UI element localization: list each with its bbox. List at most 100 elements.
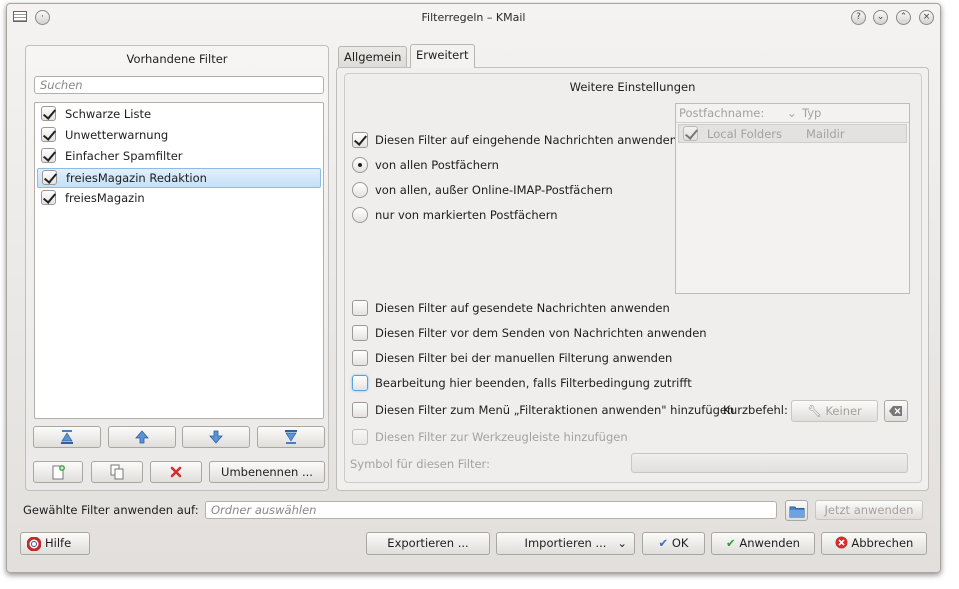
cancel-icon [835, 536, 848, 549]
mailbox-row[interactable]: Local Folders Maildir [678, 124, 907, 143]
wrench-icon: 🔧︎ [807, 404, 822, 418]
manual-filtering-label: Diesen Filter bei der manuellen Filterun… [375, 351, 673, 365]
clear-shortcut-button[interactable] [884, 400, 908, 422]
filter-search-input[interactable]: Suchen [34, 76, 324, 94]
delete-filter-button[interactable] [150, 461, 202, 483]
advanced-heading: Weitere Einstellungen [569, 80, 696, 94]
tab-advanced-label: Erweitert [416, 48, 469, 62]
tab-general[interactable]: Allgemein [338, 46, 408, 67]
local-folders-checkbox[interactable] [683, 126, 698, 141]
symbol-label: Symbol für diesen Filter: [350, 457, 490, 471]
rename-filter-button[interactable]: Umbenennen ... [209, 461, 325, 483]
filter-enabled-checkbox[interactable] [41, 106, 56, 121]
add-to-menu-label: Diesen Filter zum Menü „Filteraktionen a… [375, 403, 735, 417]
filter-list-item[interactable]: Einfacher Spamfilter [37, 147, 321, 167]
move-down-button[interactable] [182, 426, 250, 448]
folder-icon [789, 506, 804, 518]
filter-list-panel: Vorhandene Filter Suchen Schwarze Liste U… [25, 45, 329, 491]
minimize-icon[interactable]: ⌄ [873, 10, 888, 25]
before-send-checkbox[interactable] [352, 325, 368, 341]
tab-general-label: Allgemein [344, 50, 402, 64]
before-send-label: Diesen Filter vor dem Senden von Nachric… [375, 326, 707, 340]
advanced-tab-panel: Weitere Einstellungen Diesen Filter auf … [336, 67, 929, 491]
move-top-icon [61, 430, 73, 444]
ok-button[interactable]: ✔ OK [642, 532, 705, 555]
import-label: Importieren ... [524, 536, 607, 550]
stop-processing-checkbox[interactable] [352, 375, 368, 391]
export-label: Exportieren ... [387, 536, 469, 550]
browse-folder-button[interactable] [785, 500, 808, 521]
help-icon[interactable]: ? [851, 10, 866, 25]
filter-enabled-checkbox[interactable] [41, 190, 56, 205]
marked-mailboxes-label: nur von markierten Postfächern [375, 208, 558, 222]
folder-input[interactable]: Ordner auswählen [205, 501, 777, 519]
column-postfachname-label: Postfachname: [679, 106, 765, 120]
local-folders-type: Maildir [806, 127, 845, 141]
help-lifebuoy-icon [27, 537, 41, 551]
apply-now-button[interactable]: Jetzt anwenden [815, 500, 923, 520]
move-bottom-button[interactable] [257, 426, 325, 448]
move-bottom-icon [285, 430, 297, 444]
help-button[interactable]: Hilfe [20, 532, 90, 555]
new-document-icon [52, 465, 65, 480]
filter-list-item[interactable]: Unwetterwarnung [37, 126, 321, 146]
new-filter-button[interactable] [33, 461, 83, 483]
copy-icon [110, 464, 124, 480]
filter-list: Schwarze Liste Unwetterwarnung Einfacher S… [34, 102, 324, 419]
incoming-checkbox[interactable] [352, 132, 368, 148]
all-except-imap-radio[interactable] [352, 182, 368, 198]
table-header-divider [676, 122, 909, 123]
toolbar-label: Diesen Filter zur Werkzeugleiste hinzufü… [375, 430, 628, 444]
ok-check-icon: ✔ [658, 536, 669, 550]
rename-label: Umbenennen ... [221, 465, 313, 479]
symbol-button[interactable] [631, 453, 908, 473]
apply-button[interactable]: ✔ Anwenden [711, 532, 815, 555]
column-typ[interactable]: Typ [802, 104, 907, 122]
filter-name: Unwetterwarnung [65, 128, 169, 142]
chevron-down-icon: ⌄ [787, 106, 797, 120]
filter-name: Schwarze Liste [65, 107, 152, 121]
column-typ-label: Typ [802, 106, 822, 120]
column-postfachname[interactable]: Postfachname: ⌄ [679, 104, 799, 122]
chevron-down-icon: ⌄ [617, 536, 627, 550]
move-up-button[interactable] [108, 426, 176, 448]
shortcut-value: Keiner [825, 404, 862, 418]
arrow-down-icon [209, 430, 223, 444]
filter-list-item[interactable]: Schwarze Liste [37, 105, 321, 125]
arrow-up-icon [135, 430, 149, 444]
filter-enabled-checkbox[interactable] [42, 170, 57, 185]
window-title: Filterregeln – KMail [421, 11, 526, 24]
all-except-imap-label: von allen, außer Online-IMAP-Postfächern [375, 183, 613, 197]
filter-dialog-window: · Filterregeln – KMail ? ⌄ ⌃ × Vorhanden… [6, 3, 941, 573]
add-to-menu-checkbox[interactable] [352, 402, 368, 418]
shortcut-label: Kurzbefehl: [723, 403, 788, 417]
filter-enabled-checkbox[interactable] [41, 127, 56, 142]
help-label: Hilfe [45, 536, 72, 550]
toolbar-checkbox[interactable] [352, 429, 368, 445]
cancel-label: Abbrechen [851, 536, 914, 550]
apply-label: Anwenden [739, 536, 800, 550]
sent-checkbox[interactable] [352, 300, 368, 316]
manual-filtering-checkbox[interactable] [352, 350, 368, 366]
import-button[interactable]: Importieren ... ⌄ [496, 532, 635, 555]
all-mailboxes-radio[interactable] [352, 157, 368, 173]
stop-processing-label: Bearbeitung hier beenden, falls Filterbe… [375, 376, 692, 390]
export-button[interactable]: Exportieren ... [366, 532, 490, 555]
filter-list-item[interactable]: freiesMagazin [37, 189, 321, 209]
copy-filter-button[interactable] [91, 461, 143, 483]
marked-mailboxes-radio[interactable] [352, 207, 368, 223]
local-folders-name: Local Folders [707, 127, 782, 141]
cancel-button[interactable]: Abbrechen [821, 532, 927, 555]
filter-enabled-checkbox[interactable] [41, 148, 56, 163]
maximize-icon[interactable]: ⌃ [896, 10, 911, 25]
delete-icon [170, 466, 182, 478]
tab-advanced[interactable]: Erweitert [410, 44, 475, 68]
shortcut-button[interactable]: 🔧︎ Keiner [791, 400, 878, 422]
close-icon[interactable]: × [919, 10, 934, 25]
title-bar: · Filterregeln – KMail ? ⌄ ⌃ × [7, 4, 940, 32]
all-mailboxes-label: von allen Postfächern [375, 158, 499, 172]
mailbox-table: Postfachname: ⌄ Typ Local Folders Maildi… [675, 103, 910, 294]
filter-list-item[interactable]: freiesMagazin Redaktion [37, 168, 321, 188]
move-top-button[interactable] [33, 426, 101, 448]
filter-name: freiesMagazin [65, 191, 145, 205]
